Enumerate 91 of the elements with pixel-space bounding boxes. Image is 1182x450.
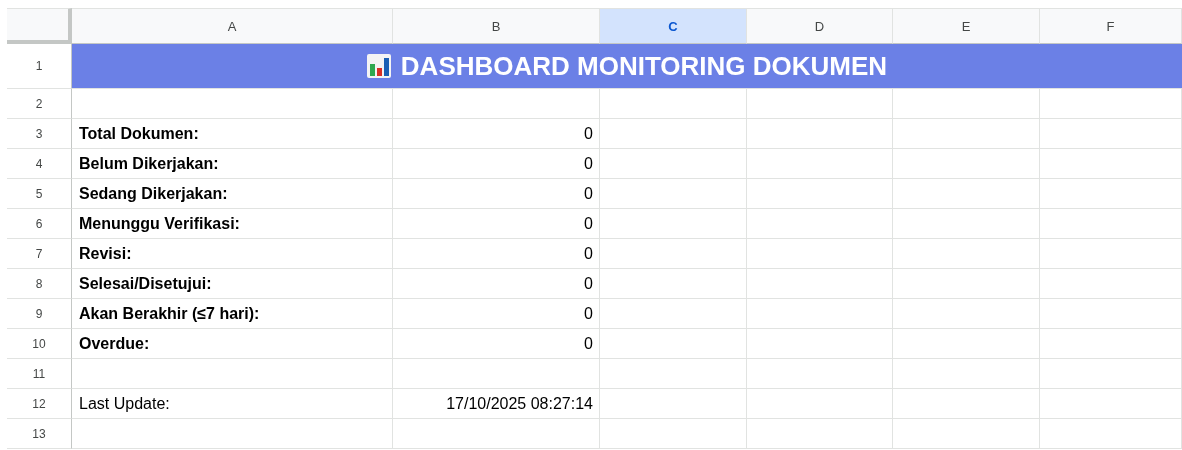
dashboard-title: DASHBOARD MONITORING DOKUMEN bbox=[400, 50, 888, 82]
empty-cell[interactable] bbox=[1040, 269, 1182, 299]
empty-cell[interactable] bbox=[893, 149, 1040, 179]
empty-cell[interactable] bbox=[747, 149, 893, 179]
row-number[interactable]: 10 bbox=[7, 329, 72, 359]
row-number[interactable]: 3 bbox=[7, 119, 72, 149]
empty-cell[interactable] bbox=[747, 239, 893, 269]
value-cell[interactable]: 0 bbox=[393, 149, 600, 179]
column-header[interactable]: B bbox=[393, 8, 600, 44]
empty-cell[interactable] bbox=[600, 299, 747, 329]
row-number[interactable]: 9 bbox=[7, 299, 72, 329]
empty-cell[interactable] bbox=[600, 89, 747, 119]
row-number[interactable]: 4 bbox=[7, 149, 72, 179]
empty-cell[interactable] bbox=[747, 209, 893, 239]
row-number[interactable]: 6 bbox=[7, 209, 72, 239]
empty-cell[interactable] bbox=[600, 329, 747, 359]
empty-cell[interactable] bbox=[600, 419, 747, 449]
empty-cell[interactable] bbox=[393, 359, 600, 389]
empty-cell[interactable] bbox=[747, 119, 893, 149]
row-number[interactable]: 5 bbox=[7, 179, 72, 209]
label-cell[interactable]: Last Update: bbox=[72, 389, 393, 419]
empty-cell[interactable] bbox=[893, 209, 1040, 239]
empty-cell[interactable] bbox=[747, 329, 893, 359]
value-cell[interactable]: 0 bbox=[393, 119, 600, 149]
empty-cell[interactable] bbox=[600, 239, 747, 269]
value-cell[interactable]: 0 bbox=[393, 269, 600, 299]
bar-chart-icon bbox=[366, 54, 391, 78]
value-cell[interactable]: 0 bbox=[393, 179, 600, 209]
empty-cell[interactable] bbox=[600, 119, 747, 149]
label-cell[interactable]: Akan Berakhir (≤7 hari): bbox=[72, 299, 393, 329]
empty-cell[interactable] bbox=[747, 419, 893, 449]
label-cell[interactable]: Menunggu Verifikasi: bbox=[72, 209, 393, 239]
empty-cell[interactable] bbox=[1040, 389, 1182, 419]
empty-cell[interactable] bbox=[1040, 329, 1182, 359]
empty-cell[interactable] bbox=[747, 179, 893, 209]
empty-cell[interactable] bbox=[1040, 299, 1182, 329]
empty-cell[interactable] bbox=[893, 389, 1040, 419]
column-header[interactable]: D bbox=[747, 8, 893, 44]
empty-cell[interactable] bbox=[893, 89, 1040, 119]
empty-cell[interactable] bbox=[893, 269, 1040, 299]
row-number[interactable]: 8 bbox=[7, 269, 72, 299]
empty-cell[interactable] bbox=[893, 239, 1040, 269]
column-header[interactable]: C bbox=[600, 8, 747, 44]
row-number[interactable]: 11 bbox=[7, 359, 72, 389]
column-header[interactable]: A bbox=[72, 8, 393, 44]
label-cell[interactable]: Sedang Dikerjakan: bbox=[72, 179, 393, 209]
value-cell[interactable]: 0 bbox=[393, 239, 600, 269]
row-number[interactable]: 12 bbox=[7, 389, 72, 419]
empty-cell[interactable] bbox=[1040, 359, 1182, 389]
empty-cell[interactable] bbox=[600, 179, 747, 209]
value-cell[interactable]: 0 bbox=[393, 299, 600, 329]
empty-cell[interactable] bbox=[393, 419, 600, 449]
row-number[interactable]: 13 bbox=[7, 419, 72, 449]
empty-cell[interactable] bbox=[893, 299, 1040, 329]
empty-cell[interactable] bbox=[1040, 89, 1182, 119]
label-cell[interactable]: Overdue: bbox=[72, 329, 393, 359]
empty-cell[interactable] bbox=[600, 209, 747, 239]
column-header[interactable]: E bbox=[893, 8, 1040, 44]
label-cell[interactable]: Belum Dikerjakan: bbox=[72, 149, 393, 179]
empty-cell[interactable] bbox=[747, 299, 893, 329]
value-cell[interactable]: 0 bbox=[393, 209, 600, 239]
empty-cell[interactable] bbox=[893, 179, 1040, 209]
select-all-corner[interactable] bbox=[7, 8, 72, 44]
empty-cell[interactable] bbox=[893, 329, 1040, 359]
empty-cell[interactable] bbox=[1040, 209, 1182, 239]
label-cell[interactable]: Selesai/Disetujui: bbox=[72, 269, 393, 299]
row-number[interactable]: 1 bbox=[7, 44, 72, 89]
empty-cell[interactable] bbox=[1040, 239, 1182, 269]
value-cell[interactable]: 17/10/2025 08:27:14 bbox=[393, 389, 600, 419]
empty-cell[interactable] bbox=[747, 359, 893, 389]
empty-cell[interactable] bbox=[600, 149, 747, 179]
label-cell[interactable]: Revisi: bbox=[72, 239, 393, 269]
empty-cell[interactable] bbox=[893, 419, 1040, 449]
value-cell[interactable]: 0 bbox=[393, 329, 600, 359]
empty-cell[interactable] bbox=[600, 269, 747, 299]
empty-cell[interactable] bbox=[600, 359, 747, 389]
empty-cell[interactable] bbox=[1040, 179, 1182, 209]
empty-cell[interactable] bbox=[600, 389, 747, 419]
empty-cell[interactable] bbox=[393, 89, 600, 119]
empty-cell[interactable] bbox=[893, 359, 1040, 389]
empty-cell[interactable] bbox=[1040, 419, 1182, 449]
empty-cell[interactable] bbox=[893, 119, 1040, 149]
label-cell[interactable]: Total Dokumen: bbox=[72, 119, 393, 149]
row-number[interactable]: 2 bbox=[7, 89, 72, 119]
empty-cell[interactable] bbox=[747, 269, 893, 299]
empty-cell[interactable] bbox=[1040, 149, 1182, 179]
empty-cell[interactable] bbox=[747, 89, 893, 119]
empty-cell[interactable] bbox=[1040, 119, 1182, 149]
column-header[interactable]: F bbox=[1040, 8, 1182, 44]
empty-cell[interactable] bbox=[747, 389, 893, 419]
row-number[interactable]: 7 bbox=[7, 239, 72, 269]
